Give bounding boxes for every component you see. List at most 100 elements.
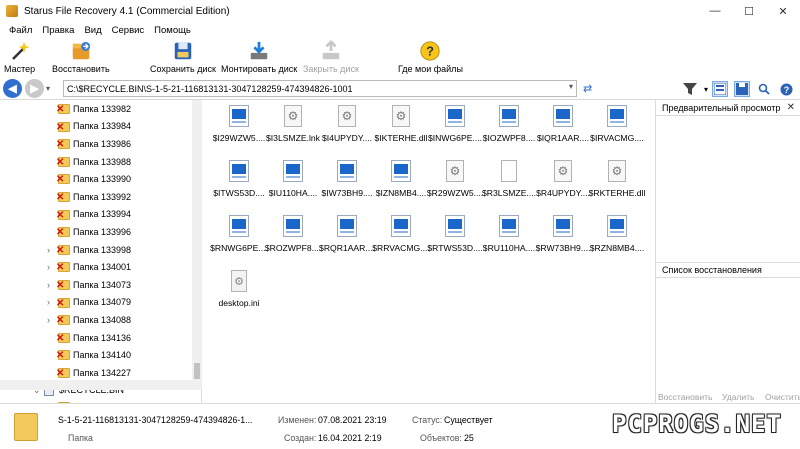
address-field[interactable]: C:\$RECYCLE.BIN\S-1-5-21-116813131-30471…: [63, 80, 577, 97]
maximize-button[interactable]: ☐: [732, 0, 766, 22]
file-name: $I4UPYDY....: [322, 133, 372, 143]
close-icon[interactable]: ✕: [787, 102, 795, 113]
tree-item[interactable]: ✕ Папка 133984: [0, 118, 201, 136]
menu-file[interactable]: Файл: [4, 25, 37, 36]
file-item[interactable]: $I29WZW5....: [211, 102, 267, 152]
file-item[interactable]: $IQR1AAR....: [535, 102, 591, 152]
file-item[interactable]: $ROZWPF8....: [265, 212, 321, 262]
search-icon[interactable]: [756, 81, 772, 97]
chevron-right-icon[interactable]: ›: [47, 297, 50, 307]
file-item[interactable]: ⚙ $IKTERHE.dll: [373, 102, 429, 152]
file-item[interactable]: ⚙ $RKTERHE.dll: [589, 157, 645, 207]
history-dropdown-icon[interactable]: ▾: [46, 84, 50, 93]
menu-help[interactable]: Помощь: [149, 25, 196, 36]
file-item[interactable]: $RQR1AAR....: [319, 212, 375, 262]
tree-item[interactable]: ✕ Папка 134140: [0, 346, 201, 364]
file-item[interactable]: ⚙ desktop.ini: [211, 267, 267, 317]
save-disk-icon: [172, 39, 194, 63]
settings-file-icon: ⚙: [390, 102, 412, 130]
document-icon: [552, 102, 574, 130]
tree-item[interactable]: ✕ Папка 133990: [0, 170, 201, 188]
refresh-icon[interactable]: ⇄: [583, 82, 592, 95]
watermark: PCPROGS.NET: [612, 410, 782, 438]
tree-item[interactable]: ✕ Папка 133982: [0, 100, 201, 118]
preview-panel: Предварительный просмотр ✕ Список восста…: [655, 100, 800, 403]
chevron-right-icon[interactable]: ›: [47, 280, 50, 290]
help-small-icon[interactable]: ?: [778, 81, 794, 97]
tree-item[interactable]: ✕ Папка 133986: [0, 135, 201, 153]
deleted-folder-icon: ✕: [56, 332, 70, 344]
document-icon: [552, 212, 574, 240]
file-item[interactable]: $IU110HA....: [265, 157, 321, 207]
menu-view[interactable]: Вид: [79, 25, 106, 36]
where-my-files-button[interactable]: ? Где мои файлы: [398, 38, 463, 78]
recover-button[interactable]: Восстановить: [52, 38, 110, 78]
tree-item[interactable]: ✕ Папка 133996: [0, 223, 201, 241]
document-icon: [444, 212, 466, 240]
chevron-right-icon[interactable]: ›: [47, 262, 50, 272]
back-button[interactable]: ◀: [3, 79, 22, 98]
tree-item[interactable]: ✕ Папка 133994: [0, 206, 201, 224]
minimize-button[interactable]: —: [698, 0, 732, 22]
deleted-folder-icon: ✕: [56, 103, 70, 115]
deleted-folder-icon: ✕: [56, 156, 70, 168]
file-item[interactable]: ⚙ $R29WZW5....: [427, 157, 483, 207]
chevron-right-icon[interactable]: ›: [47, 315, 50, 325]
clear-button[interactable]: Очистить: [765, 392, 800, 402]
tree-item[interactable]: › ✕ Папка 134079: [0, 294, 201, 312]
file-item[interactable]: ⚙ $R4UPYDY....: [535, 157, 591, 207]
tree-item[interactable]: ✕ Папка 134227: [0, 364, 201, 382]
file-item[interactable]: $IOZWPF8....: [481, 102, 537, 152]
forward-button[interactable]: ▶: [25, 79, 44, 98]
tree-item[interactable]: › ✕ Папка 133998: [0, 241, 201, 259]
tree-horizontal-scrollbar[interactable]: [0, 380, 202, 390]
deleted-folder-icon: ✕: [56, 261, 70, 273]
file-item[interactable]: $RTWS53D....: [427, 212, 483, 262]
file-name: $IU110HA....: [268, 188, 318, 198]
file-name: $IRVACMG....: [590, 133, 644, 143]
file-item[interactable]: $RW73BH9....: [535, 212, 591, 262]
close-button[interactable]: ✕: [766, 0, 800, 22]
mount-disk-button[interactable]: Монтировать диск: [221, 38, 297, 78]
tree-item[interactable]: ✕ Папка 133992: [0, 188, 201, 206]
document-icon: [336, 212, 358, 240]
tree-item[interactable]: ✕ Папка 134136: [0, 329, 201, 347]
menu-edit[interactable]: Правка: [37, 25, 79, 36]
tree-item[interactable]: › ✕ Папка 134001: [0, 258, 201, 276]
file-item[interactable]: $IRVACMG....: [589, 102, 645, 152]
file-item[interactable]: $RU110HA....: [481, 212, 537, 262]
file-item[interactable]: $RRVACMG....: [372, 212, 430, 262]
app-icon: [6, 5, 18, 17]
tree-item[interactable]: › ✕ Папка 134088: [0, 311, 201, 329]
file-item[interactable]: $RNWG6PE....: [210, 212, 268, 262]
file-item[interactable]: $RZN8MB4....: [589, 212, 645, 262]
tree-item-label: Папка 133984: [73, 121, 132, 132]
close-disk-button[interactable]: Закрыть диск: [303, 38, 359, 78]
file-name: $RNWG6PE....: [210, 243, 268, 253]
document-icon: [390, 157, 412, 185]
file-name: desktop.ini: [218, 298, 260, 308]
delete-button[interactable]: Удалить: [722, 392, 754, 402]
wizard-button[interactable]: Мастер: [4, 38, 35, 78]
file-item[interactable]: ⚙ $I4UPYDY....: [319, 102, 375, 152]
file-item[interactable]: $INWG6PE....: [427, 102, 483, 152]
file-item[interactable]: ⚙ $I3LSMZE.lnk: [265, 102, 321, 152]
file-item[interactable]: $IZN8MB4....: [373, 157, 429, 207]
save-disk-button[interactable]: Сохранить диск: [150, 38, 216, 78]
file-item[interactable]: $IW73BH9....: [319, 157, 375, 207]
tree-vertical-scrollbar[interactable]: [192, 100, 202, 390]
menu-service[interactable]: Сервис: [107, 25, 150, 36]
ini-file-icon: ⚙: [228, 267, 250, 295]
tree-item[interactable]: › ✕ Папка 134073: [0, 276, 201, 294]
file-item[interactable]: $ITWS53D....: [211, 157, 267, 207]
save-icon[interactable]: [734, 81, 750, 97]
address-bar: ◀ ▶ ▾ C:\$RECYCLE.BIN\S-1-5-21-116813131…: [0, 78, 800, 100]
restore-button[interactable]: Восстановить: [658, 392, 712, 402]
filter-dropdown-icon[interactable]: ▾: [704, 85, 708, 94]
filter-icon[interactable]: [682, 81, 698, 97]
chevron-down-icon[interactable]: ▾: [569, 82, 573, 91]
view-mode-icon[interactable]: [712, 81, 728, 97]
file-item[interactable]: $R3LSMZE....: [481, 157, 537, 207]
chevron-right-icon[interactable]: ›: [47, 245, 50, 255]
tree-item[interactable]: ✕ Папка 133988: [0, 153, 201, 171]
